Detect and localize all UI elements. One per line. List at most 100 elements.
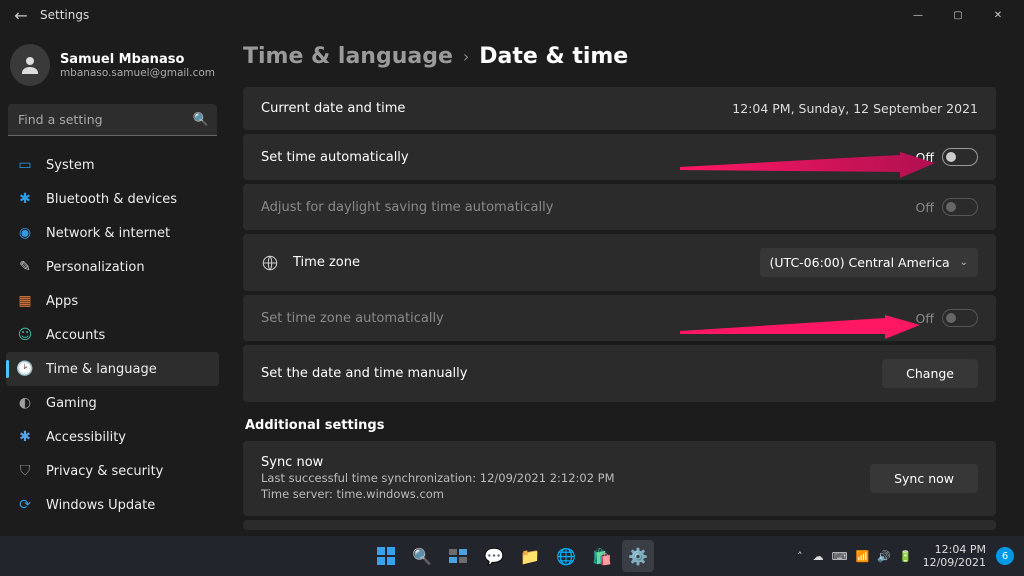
breadcrumb: Time & language › Date & time bbox=[243, 30, 996, 87]
keyboard-icon[interactable]: ⌨ bbox=[832, 550, 848, 563]
gaming-icon: ◐ bbox=[16, 394, 34, 412]
row-timezone: Time zone (UTC-06:00) Central America ⌄ bbox=[243, 234, 996, 291]
nav-list: ▭ System ✱Bluetooth & devices ◉ Network & … bbox=[6, 148, 219, 522]
set-tz-auto-label: Set time zone automatically bbox=[261, 311, 444, 326]
chevron-right-icon: › bbox=[463, 47, 469, 66]
toggle-state-text: Off bbox=[916, 311, 934, 326]
nav-label: Apps bbox=[46, 294, 78, 309]
bluetooth-icon: ✱ bbox=[16, 190, 34, 208]
nav-item-windows-update[interactable]: ⟳Windows Update bbox=[6, 488, 219, 522]
taskbar-clock[interactable]: 12:04 PM 12/09/2021 bbox=[923, 543, 986, 569]
sidebar: Samuel Mbanaso mbanaso.samuel@gmail.com … bbox=[0, 30, 225, 536]
toggle-switch-icon bbox=[942, 309, 978, 327]
timezone-value: (UTC-06:00) Central America bbox=[770, 255, 950, 270]
back-button[interactable]: ← bbox=[6, 6, 36, 25]
start-button[interactable] bbox=[370, 540, 402, 572]
taskbar-search-icon[interactable]: 🔍 bbox=[406, 540, 438, 572]
nav-item-network[interactable]: ◉ Network & internet bbox=[6, 216, 219, 250]
taskbar-center: 🔍 💬 📁 🌐 🛍️ ⚙️ bbox=[370, 540, 654, 572]
search-icon: 🔍 bbox=[193, 113, 209, 128]
edge-icon[interactable]: 🌐 bbox=[550, 540, 582, 572]
timezone-dropdown[interactable]: (UTC-06:00) Central America ⌄ bbox=[760, 248, 978, 277]
current-datetime-value: 12:04 PM, Sunday, 12 September 2021 bbox=[732, 101, 978, 116]
accounts-icon: ☺ bbox=[16, 326, 34, 344]
nav-label: Accounts bbox=[46, 328, 105, 343]
window-title: Settings bbox=[40, 8, 89, 22]
wifi-tray-icon[interactable]: 📶 bbox=[855, 550, 869, 563]
task-view-icon[interactable] bbox=[442, 540, 474, 572]
system-icon: ▭ bbox=[16, 156, 34, 174]
row-current-datetime: Current date and time 12:04 PM, Sunday, … bbox=[243, 87, 996, 130]
globe-icon bbox=[261, 254, 279, 272]
nav-label: Accessibility bbox=[46, 430, 126, 445]
minimize-button[interactable]: — bbox=[898, 0, 938, 30]
change-button[interactable]: Change bbox=[882, 359, 978, 388]
row-dst-auto: Adjust for daylight saving time automati… bbox=[243, 184, 996, 230]
widgets-icon[interactable]: 💬 bbox=[478, 540, 510, 572]
settings-icon[interactable]: ⚙️ bbox=[622, 540, 654, 572]
shield-icon: ⛉ bbox=[16, 462, 34, 480]
store-icon[interactable]: 🛍️ bbox=[586, 540, 618, 572]
systray-chevron-icon[interactable]: ˄ bbox=[797, 550, 803, 563]
row-set-manual: Set the date and time manually Change bbox=[243, 345, 996, 402]
current-datetime-label: Current date and time bbox=[261, 101, 405, 116]
nav-label: Windows Update bbox=[46, 498, 155, 513]
sync-last-success: Last successful time synchronization: 12… bbox=[261, 470, 615, 486]
set-time-auto-label: Set time automatically bbox=[261, 150, 409, 165]
dst-auto-label: Adjust for daylight saving time automati… bbox=[261, 200, 553, 215]
nav-item-apps[interactable]: ▦ Apps bbox=[6, 284, 219, 318]
page-title: Date & time bbox=[479, 44, 628, 69]
close-button[interactable]: ✕ bbox=[978, 0, 1018, 30]
onedrive-icon[interactable]: ☁ bbox=[813, 550, 824, 563]
nav-item-gaming[interactable]: ◐ Gaming bbox=[6, 386, 219, 420]
nav-label: Network & internet bbox=[46, 226, 170, 241]
nav-item-personalization[interactable]: ✎ Personalization bbox=[6, 250, 219, 284]
file-explorer-icon[interactable]: 📁 bbox=[514, 540, 546, 572]
toggle-switch-icon bbox=[942, 148, 978, 166]
maximize-button[interactable]: ▢ bbox=[938, 0, 978, 30]
user-name: Samuel Mbanaso bbox=[60, 52, 215, 67]
apps-icon: ▦ bbox=[16, 292, 34, 310]
search-input[interactable] bbox=[8, 104, 217, 136]
sync-now-button[interactable]: Sync now bbox=[870, 464, 978, 493]
row-placeholder bbox=[243, 520, 996, 530]
system-tray[interactable]: ☁ ⌨ 📶 🔊 🔋 bbox=[813, 550, 913, 563]
titlebar: ← Settings — ▢ ✕ bbox=[0, 0, 1024, 30]
main-content: Time & language › Date & time Current da… bbox=[225, 30, 1024, 536]
toggle-state-text: Off bbox=[916, 150, 934, 165]
wifi-icon: ◉ bbox=[16, 224, 34, 242]
nav-item-system[interactable]: ▭ System bbox=[6, 148, 219, 182]
sync-time-server: Time server: time.windows.com bbox=[261, 486, 615, 502]
sync-title: Sync now bbox=[261, 455, 615, 470]
accessibility-icon: ✱ bbox=[16, 428, 34, 446]
nav-label: Privacy & security bbox=[46, 464, 163, 479]
set-manual-label: Set the date and time manually bbox=[261, 366, 467, 381]
nav-label: Gaming bbox=[46, 396, 97, 411]
nav-label: System bbox=[46, 158, 94, 173]
nav-item-privacy[interactable]: ⛉ Privacy & security bbox=[6, 454, 219, 488]
nav-item-bluetooth[interactable]: ✱Bluetooth & devices bbox=[6, 182, 219, 216]
nav-label: Personalization bbox=[46, 260, 145, 275]
user-email: mbanaso.samuel@gmail.com bbox=[60, 67, 215, 79]
row-set-tz-auto: Set time zone automatically Off bbox=[243, 295, 996, 341]
taskbar-right: ˄ ☁ ⌨ 📶 🔊 🔋 12:04 PM 12/09/2021 6 bbox=[797, 543, 1024, 569]
additional-settings-heading: Additional settings bbox=[245, 418, 996, 433]
set-tz-auto-toggle: Off bbox=[916, 309, 978, 327]
notification-badge[interactable]: 6 bbox=[996, 547, 1014, 565]
nav-item-accessibility[interactable]: ✱ Accessibility bbox=[6, 420, 219, 454]
toggle-state-text: Off bbox=[916, 200, 934, 215]
paint-icon: ✎ bbox=[16, 258, 34, 276]
dst-auto-toggle: Off bbox=[916, 198, 978, 216]
search-box[interactable]: 🔍 bbox=[8, 104, 217, 136]
nav-item-time-language[interactable]: 🕑Time & language bbox=[6, 352, 219, 386]
volume-tray-icon[interactable]: 🔊 bbox=[877, 550, 891, 563]
row-sync-now: Sync now Last successful time synchroniz… bbox=[243, 441, 996, 516]
breadcrumb-parent[interactable]: Time & language bbox=[243, 44, 453, 69]
battery-tray-icon[interactable]: 🔋 bbox=[899, 550, 913, 563]
user-profile[interactable]: Samuel Mbanaso mbanaso.samuel@gmail.com bbox=[6, 40, 219, 100]
row-set-time-auto[interactable]: Set time automatically Off bbox=[243, 134, 996, 180]
nav-label: Time & language bbox=[46, 362, 157, 377]
set-time-auto-toggle[interactable]: Off bbox=[916, 148, 978, 166]
nav-item-accounts[interactable]: ☺ Accounts bbox=[6, 318, 219, 352]
timezone-label: Time zone bbox=[293, 255, 360, 270]
